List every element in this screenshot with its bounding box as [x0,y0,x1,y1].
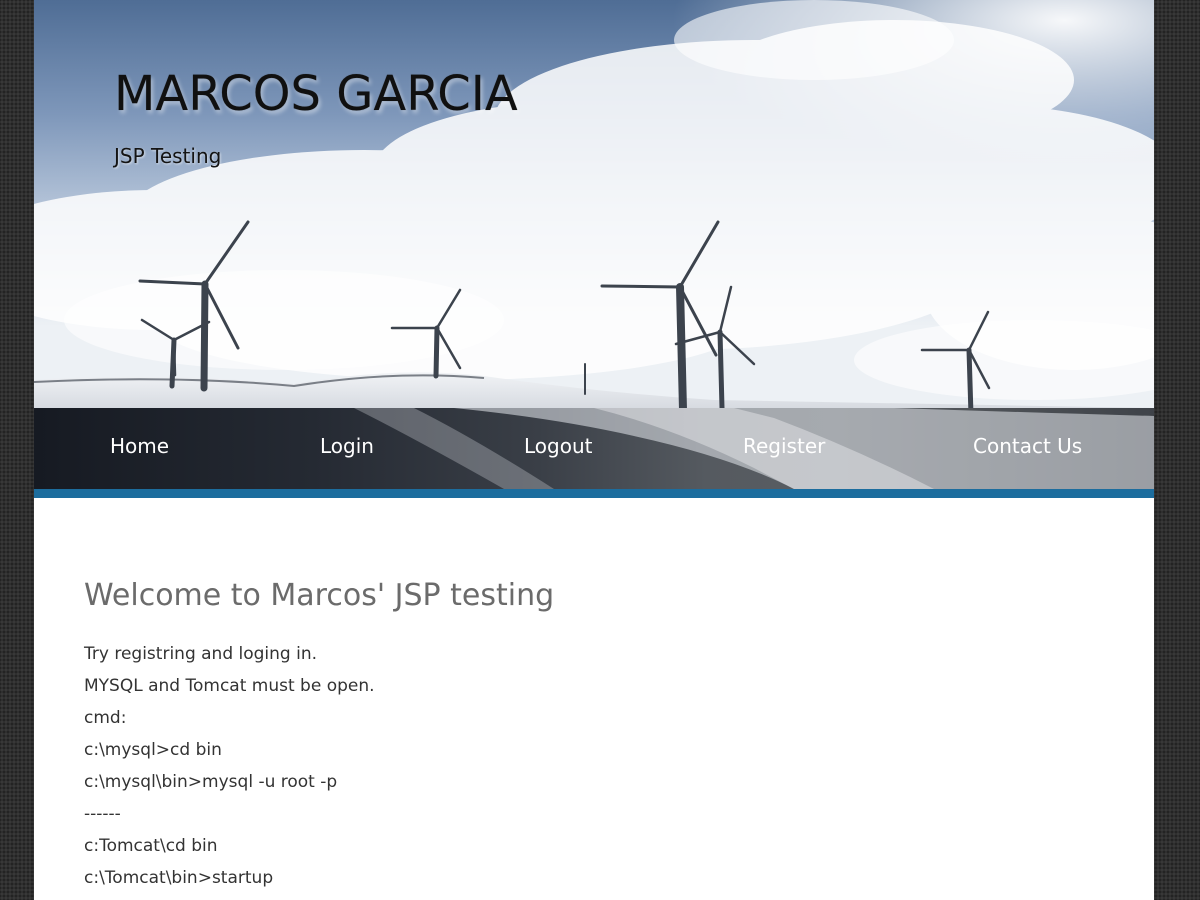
content-line: c:\Tomcat\bin>startup [84,868,274,888]
site-title[interactable]: MARCOS GARCIA [114,66,518,122]
nav-item-register[interactable]: Register [743,434,825,458]
content-line: cmd: [84,708,127,728]
nav-item-login[interactable]: Login [320,434,374,458]
nav-item-logout[interactable]: Logout [524,434,592,458]
site-header-banner: MARCOS GARCIA JSP Testing [34,0,1154,408]
banner-image [34,0,1154,408]
page-container: MARCOS GARCIA JSP Testing Home Login Log… [34,0,1154,900]
content-line: c:Tomcat\cd bin [84,836,218,856]
accent-bar [34,489,1154,498]
nav-item-home[interactable]: Home [110,434,169,458]
main-navigation: Home Login Logout Register Contact Us [34,408,1154,489]
site-tagline: JSP Testing [114,144,222,168]
content-line: Try registring and loging in. [84,644,318,664]
page-heading: Welcome to Marcos' JSP testing [84,578,555,613]
content-line: ------ [84,804,121,824]
content-line: MYSQL and Tomcat must be open. [84,676,375,696]
content-line: c:\mysql>cd bin [84,740,222,760]
main-content: Welcome to Marcos' JSP testing Try regis… [84,576,1104,894]
content-line: c:\mysql\bin>mysql -u root -p [84,772,338,792]
nav-item-contact-us[interactable]: Contact Us [973,434,1082,458]
